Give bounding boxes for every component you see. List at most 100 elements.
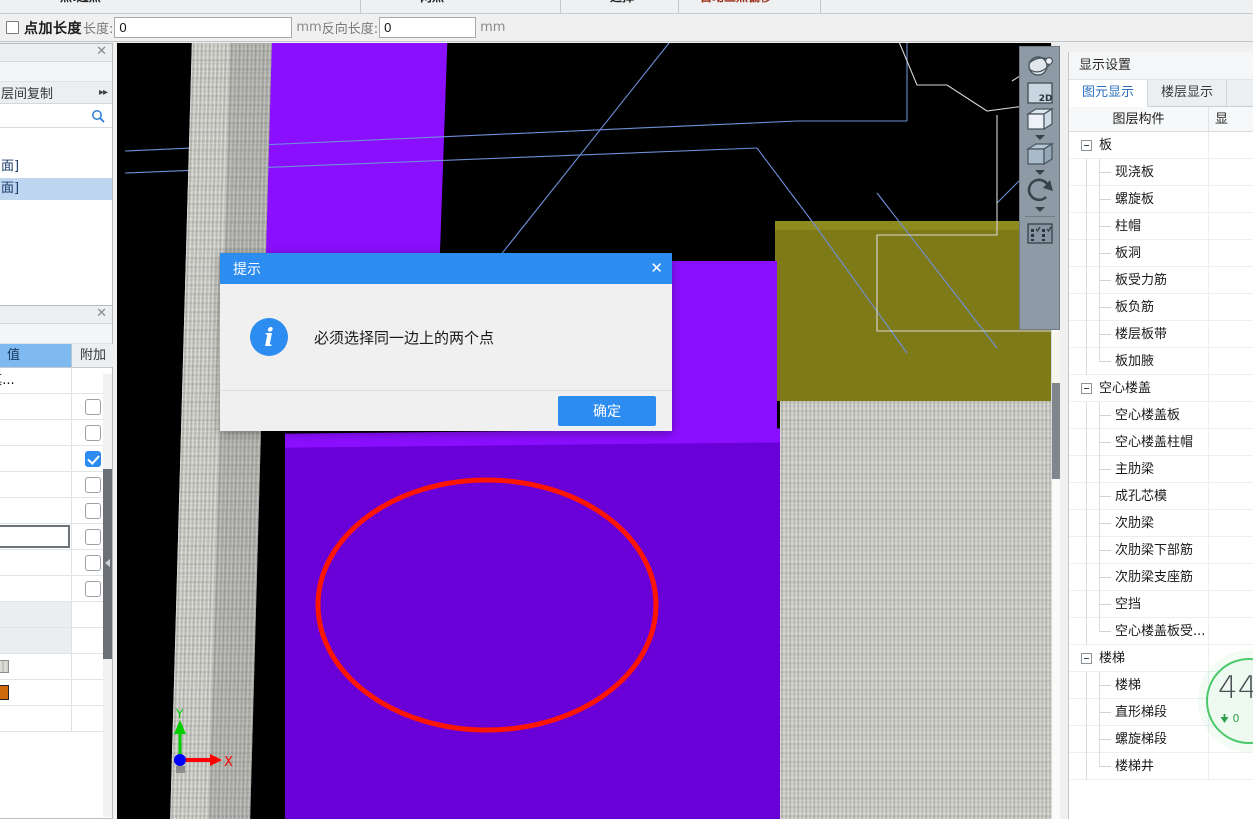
texture-swatch[interactable]	[0, 660, 9, 673]
tree-row[interactable]: 空心楼盖	[1069, 375, 1253, 402]
rotate-refresh-icon[interactable]	[1022, 176, 1058, 206]
tree-node-item[interactable]: 空挡	[1069, 591, 1209, 618]
property-row[interactable]	[0, 602, 112, 628]
property-value-cell[interactable]	[0, 576, 72, 601]
tree-row[interactable]: 成孔芯模	[1069, 483, 1253, 510]
property-row[interactable]	[0, 706, 112, 732]
property-row[interactable]	[0, 472, 112, 498]
property-value-cell[interactable]	[0, 524, 72, 549]
tree-row[interactable]: 楼层板带	[1069, 321, 1253, 348]
tree-node-item[interactable]: 柱帽	[1069, 213, 1209, 240]
layer-visibility-icon[interactable]	[1022, 220, 1058, 246]
property-row[interactable]	[0, 524, 112, 550]
tree-visibility-cell[interactable]	[1209, 537, 1253, 563]
property-row[interactable]	[0, 550, 112, 576]
close-icon[interactable]: ✕	[96, 307, 107, 321]
caret-down-icon[interactable]	[1034, 170, 1045, 175]
append-checkbox[interactable]	[85, 554, 101, 571]
tree-node-item[interactable]: 空心楼盖柱帽	[1069, 429, 1209, 456]
double-chevron-right-icon[interactable]: ▸▸	[99, 87, 108, 98]
tree-row[interactable]: 板负筋	[1069, 294, 1253, 321]
property-value-cell[interactable]	[0, 394, 72, 419]
property-row[interactable]: 断)	[0, 420, 112, 446]
tab-floor-display[interactable]: 楼层显示	[1148, 80, 1228, 106]
left-panel-search-row[interactable]	[0, 104, 112, 128]
property-value-cell[interactable]	[0, 602, 72, 627]
point-add-length-checkbox[interactable]	[6, 21, 19, 34]
tree-visibility-cell[interactable]	[1209, 294, 1253, 320]
property-value-cell[interactable]	[0, 498, 72, 523]
collapse-minus-icon[interactable]	[1081, 653, 1092, 664]
tree-node-item[interactable]: 主肋梁	[1069, 456, 1209, 483]
tree-visibility-cell[interactable]	[1209, 618, 1253, 644]
append-checkbox[interactable]	[85, 476, 101, 493]
tree-row[interactable]: 次肋梁	[1069, 510, 1253, 537]
reverse-length-input[interactable]	[379, 17, 477, 38]
tree-visibility-cell[interactable]	[1209, 591, 1253, 617]
tree-row[interactable]: 现浇板	[1069, 159, 1253, 186]
tree-row[interactable]: 次肋梁下部筋	[1069, 537, 1253, 564]
property-row[interactable]	[0, 628, 112, 654]
interlayer-copy-button[interactable]: 层间复制 ▸▸	[0, 82, 112, 104]
tree-row[interactable]: 螺旋板	[1069, 186, 1253, 213]
tree-visibility-cell[interactable]	[1209, 753, 1253, 779]
tree-row[interactable]: 次肋梁支座筋	[1069, 564, 1253, 591]
caret-down-icon[interactable]	[1034, 135, 1045, 140]
append-checkbox[interactable]	[85, 580, 101, 597]
property-value-cell[interactable]: 壁) 真...	[0, 368, 72, 393]
tree-visibility-cell[interactable]	[1209, 240, 1253, 266]
close-icon[interactable]: ✕	[96, 45, 107, 59]
properties-scrollbar[interactable]	[103, 374, 112, 817]
property-value-cell[interactable]	[0, 680, 72, 705]
tree-row[interactable]: 空挡	[1069, 591, 1253, 618]
tree-node-item[interactable]: 现浇板	[1069, 159, 1209, 186]
tree-node-item[interactable]: 次肋梁	[1069, 510, 1209, 537]
tree-visibility-cell[interactable]	[1209, 456, 1253, 482]
property-value-cell[interactable]	[0, 628, 72, 653]
tree-row[interactable]: 空心楼盖板受...	[1069, 618, 1253, 645]
tree-visibility-cell[interactable]	[1209, 321, 1253, 347]
toolbar-item-0[interactable]: 点:起点	[60, 0, 101, 5]
append-checkbox[interactable]	[85, 398, 101, 415]
color-swatch[interactable]	[0, 685, 9, 700]
tree-node-item[interactable]: 成孔芯模	[1069, 483, 1209, 510]
tree-node-group[interactable]: 空心楼盖	[1069, 375, 1209, 401]
wireframe-box-icon[interactable]	[1022, 106, 1058, 134]
orbit-sphere-icon[interactable]	[1022, 51, 1058, 81]
tree-visibility-cell[interactable]	[1209, 186, 1253, 212]
tree-visibility-cell[interactable]	[1209, 159, 1253, 185]
tree-row[interactable]: 板洞	[1069, 240, 1253, 267]
left-tree-item-1[interactable]: 面]	[0, 178, 112, 200]
tree-visibility-cell[interactable]	[1209, 375, 1253, 401]
append-checkbox[interactable]	[85, 502, 101, 519]
tree-node-item[interactable]: 板负筋	[1069, 294, 1209, 321]
tree-visibility-cell[interactable]	[1209, 429, 1253, 455]
view-2d-icon[interactable]: 2D	[1022, 81, 1058, 106]
property-row[interactable]	[0, 680, 112, 706]
tree-row[interactable]: 板加腋	[1069, 348, 1253, 375]
property-value-cell[interactable]	[0, 472, 72, 497]
tree-row[interactable]: 空心楼盖板	[1069, 402, 1253, 429]
tree-node-item[interactable]: 次肋梁下部筋	[1069, 537, 1209, 564]
tree-node-item[interactable]: 空心楼盖板受...	[1069, 618, 1209, 645]
caret-down-icon[interactable]	[1034, 207, 1045, 212]
confirm-button[interactable]: 确定	[558, 396, 656, 426]
tree-visibility-cell[interactable]	[1209, 267, 1253, 293]
tree-node-item[interactable]: 螺旋板	[1069, 186, 1209, 213]
property-row[interactable]	[0, 654, 112, 680]
append-checkbox[interactable]	[85, 528, 101, 545]
tree-row[interactable]: 板受力筋	[1069, 267, 1253, 294]
model-viewport-3d[interactable]: Y X	[117, 43, 1060, 819]
tree-node-item[interactable]: 螺旋梯段	[1069, 726, 1209, 753]
append-checkbox[interactable]	[85, 424, 101, 441]
property-row[interactable]	[0, 498, 112, 524]
collapse-minus-icon[interactable]	[1081, 383, 1092, 394]
tree-row[interactable]: 板	[1069, 132, 1253, 159]
tree-row[interactable]: 柱帽	[1069, 213, 1253, 240]
tree-node-item[interactable]: 板受力筋	[1069, 267, 1209, 294]
property-value-cell[interactable]	[0, 706, 72, 731]
close-icon[interactable]: ✕	[650, 261, 663, 276]
tree-node-item[interactable]: 楼梯井	[1069, 753, 1209, 780]
tree-visibility-cell[interactable]	[1209, 348, 1253, 374]
toolbar-item-3[interactable]: 自动三点偏移	[700, 0, 772, 5]
